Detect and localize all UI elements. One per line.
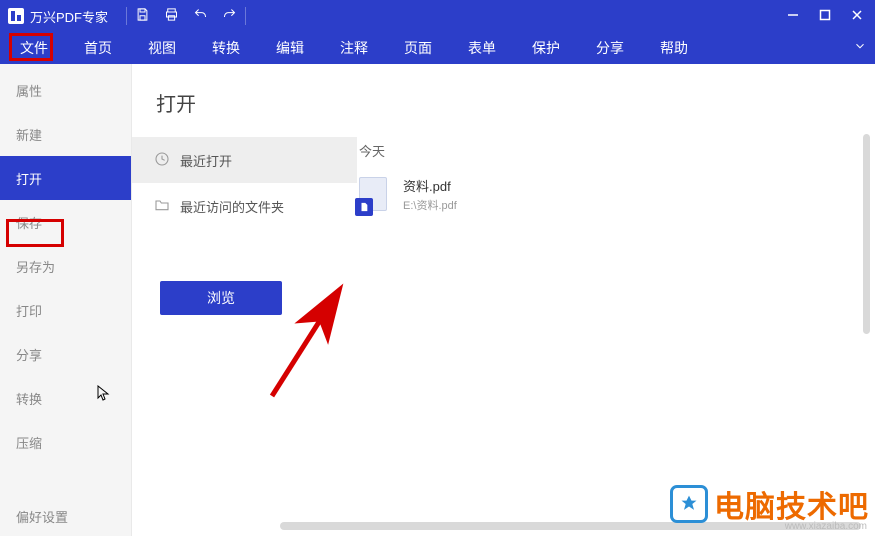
- sidebar-item-share[interactable]: 分享: [0, 332, 131, 376]
- title-bar: 万兴PDF专家: [0, 0, 875, 32]
- minimize-button[interactable]: [787, 9, 799, 24]
- menu-page[interactable]: 页面: [386, 32, 450, 64]
- save-icon[interactable]: [135, 7, 150, 25]
- menu-home[interactable]: 首页: [66, 32, 130, 64]
- menu-file[interactable]: 文件: [2, 32, 66, 64]
- main-panel: 打开 最近打开 最近访问的文件夹 浏览 今天: [132, 64, 875, 536]
- titlebar-divider: [126, 7, 127, 25]
- recent-files-pane: 今天 资料.pdf E:\资料.pdf: [357, 137, 875, 536]
- undo-icon[interactable]: [193, 7, 208, 25]
- option-label: 最近打开: [180, 151, 232, 170]
- menu-edit[interactable]: 编辑: [258, 32, 322, 64]
- window-controls: [787, 9, 869, 24]
- pdf-file-icon: [359, 177, 389, 213]
- menu-convert[interactable]: 转换: [194, 32, 258, 64]
- menu-bar: 文件 首页 视图 转换 编辑 注释 页面 表单 保护 分享 帮助: [0, 32, 875, 64]
- menu-form[interactable]: 表单: [450, 32, 514, 64]
- maximize-button[interactable]: [819, 9, 831, 24]
- sidebar-item-new[interactable]: 新建: [0, 112, 131, 156]
- vertical-scrollbar[interactable]: [863, 134, 870, 334]
- app-logo-icon: [8, 8, 24, 24]
- file-name: 资料.pdf: [403, 176, 457, 195]
- menu-share[interactable]: 分享: [578, 32, 642, 64]
- menu-view[interactable]: 视图: [130, 32, 194, 64]
- titlebar-divider: [245, 7, 246, 25]
- menu-protect[interactable]: 保护: [514, 32, 578, 64]
- close-button[interactable]: [851, 9, 863, 24]
- menu-comment[interactable]: 注释: [322, 32, 386, 64]
- folder-icon: [154, 197, 170, 216]
- horizontal-scrollbar[interactable]: [280, 522, 861, 530]
- open-options-pane: 最近打开 最近访问的文件夹 浏览: [132, 137, 357, 536]
- section-label-today: 今天: [359, 141, 875, 160]
- print-icon[interactable]: [164, 7, 179, 25]
- sidebar-item-open[interactable]: 打开: [0, 156, 131, 200]
- sidebar-item-saveas[interactable]: 另存为: [0, 244, 131, 288]
- option-recent-folders[interactable]: 最近访问的文件夹: [132, 183, 357, 229]
- sidebar-item-print[interactable]: 打印: [0, 288, 131, 332]
- option-label: 最近访问的文件夹: [180, 197, 284, 216]
- browse-button[interactable]: 浏览: [160, 281, 282, 315]
- redo-icon[interactable]: [222, 7, 237, 25]
- content-area: 属性 新建 打开 保存 另存为 打印 分享 转换 压缩 偏好设置 打开 最近打开…: [0, 64, 875, 536]
- file-path: E:\资料.pdf: [403, 197, 457, 213]
- option-recent-files[interactable]: 最近打开: [132, 137, 357, 183]
- page-title: 打开: [156, 88, 875, 117]
- file-sidebar: 属性 新建 打开 保存 另存为 打印 分享 转换 压缩 偏好设置: [0, 64, 132, 536]
- sidebar-item-properties[interactable]: 属性: [0, 68, 131, 112]
- sidebar-item-save[interactable]: 保存: [0, 200, 131, 244]
- quick-actions: [135, 7, 237, 25]
- app-title: 万兴PDF专家: [30, 7, 108, 26]
- menu-more-icon[interactable]: [853, 39, 867, 58]
- menu-help[interactable]: 帮助: [642, 32, 706, 64]
- recent-file-item[interactable]: 资料.pdf E:\资料.pdf: [359, 176, 875, 213]
- sidebar-item-preferences[interactable]: 偏好设置: [0, 494, 131, 538]
- sidebar-item-compress[interactable]: 压缩: [0, 420, 131, 464]
- sidebar-item-convert[interactable]: 转换: [0, 376, 131, 420]
- clock-icon: [154, 151, 170, 170]
